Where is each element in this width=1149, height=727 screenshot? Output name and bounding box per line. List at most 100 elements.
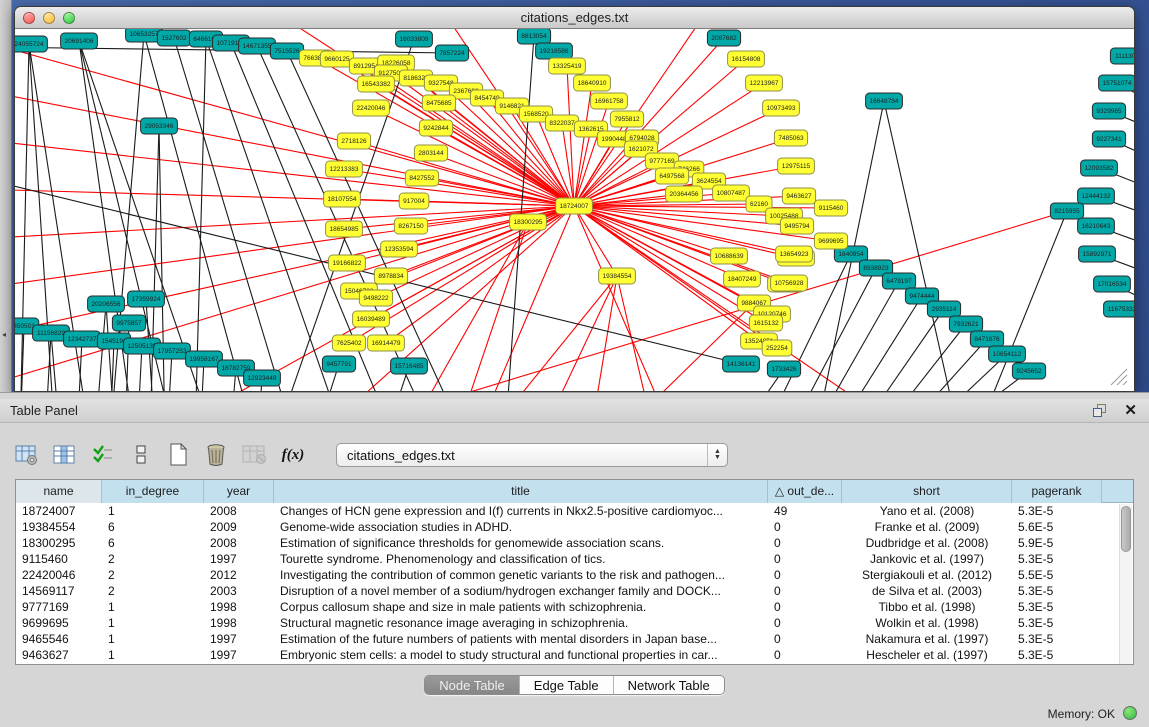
- attribute-table[interactable]: namein_degreeyeartitle△ out_de...shortpa…: [15, 479, 1134, 665]
- network-node-yellow[interactable]: 18300295: [510, 214, 547, 230]
- edge[interactable]: [15, 206, 574, 339]
- show-column-icon[interactable]: [52, 442, 78, 468]
- function-builder-icon[interactable]: f(x): [280, 442, 306, 468]
- network-node-teal[interactable]: 10653257: [126, 29, 163, 42]
- network-node-yellow[interactable]: 19384554: [599, 268, 636, 284]
- network-node-yellow[interactable]: 252254: [762, 340, 792, 356]
- select-columns-icon[interactable]: [90, 442, 116, 468]
- network-view-window[interactable]: citations_edges.txt 24055724206914061065…: [14, 6, 1135, 392]
- edge[interactable]: [195, 39, 206, 391]
- network-node-yellow[interactable]: 10688639: [711, 248, 748, 264]
- network-node-yellow[interactable]: 2803144: [414, 145, 447, 161]
- network-node-teal[interactable]: 1111304: [1110, 48, 1134, 64]
- network-node-teal[interactable]: 8471676: [970, 331, 1003, 347]
- network-node-yellow[interactable]: 917004: [399, 193, 429, 209]
- network-node-yellow[interactable]: 8475685: [422, 95, 455, 111]
- network-node-teal[interactable]: 17016534: [1094, 276, 1131, 292]
- edge[interactable]: [485, 276, 617, 391]
- edge[interactable]: [617, 276, 655, 391]
- column-header-name[interactable]: name: [16, 480, 102, 503]
- network-node-yellow[interactable]: 13325419: [549, 58, 586, 74]
- citation-network-graph[interactable]: 2405572420691406106532571527602646616010…: [15, 29, 1134, 391]
- edge[interactable]: [832, 296, 922, 391]
- network-node-yellow[interactable]: 9699695: [814, 233, 847, 249]
- column-header-out_de[interactable]: △ out_de...: [768, 480, 842, 503]
- network-node-yellow[interactable]: 16914479: [368, 335, 405, 351]
- network-node-teal[interactable]: 15892971: [1079, 246, 1116, 262]
- column-header-title[interactable]: title: [274, 480, 768, 503]
- scrollbar-thumb[interactable]: [1121, 506, 1131, 552]
- network-node-teal[interactable]: 16210643: [1078, 218, 1115, 234]
- collapse-arrow-icon[interactable]: ◂: [2, 330, 6, 339]
- network-node-yellow[interactable]: 9242844: [419, 120, 452, 136]
- network-node-yellow[interactable]: 16154808: [728, 51, 765, 67]
- delete-column-icon[interactable]: [204, 442, 230, 468]
- table-row[interactable]: 2242004622012Investigating the contribut…: [16, 567, 1133, 583]
- column-header-year[interactable]: year: [204, 480, 274, 503]
- network-node-yellow[interactable]: 10973493: [763, 100, 800, 116]
- network-node-teal[interactable]: 8215955: [1050, 203, 1083, 219]
- network-node-teal[interactable]: 2087682: [707, 30, 740, 46]
- edge[interactable]: [574, 83, 592, 206]
- network-node-teal[interactable]: 14136141: [723, 356, 760, 372]
- network-node-teal[interactable]: 16033809: [396, 31, 433, 47]
- new-column-icon[interactable]: [166, 442, 192, 468]
- table-mode-icon[interactable]: [14, 442, 40, 468]
- network-node-teal[interactable]: 1527602: [157, 30, 190, 46]
- vertical-scrollbar[interactable]: [1119, 504, 1132, 664]
- network-node-yellow[interactable]: 9498222: [359, 290, 392, 306]
- network-node-teal[interactable]: 9329965: [1092, 103, 1125, 119]
- network-node-teal[interactable]: 12342737: [64, 331, 101, 347]
- edge[interactable]: [615, 303, 754, 391]
- network-node-yellow[interactable]: 18107554: [324, 191, 361, 207]
- network-node-teal[interactable]: 20691406: [61, 33, 98, 49]
- network-node-yellow[interactable]: 6497568: [655, 168, 688, 184]
- network-node-yellow[interactable]: 9495794: [780, 218, 813, 234]
- network-node-teal[interactable]: 6479197: [882, 273, 915, 289]
- network-node-teal[interactable]: 29053346: [141, 118, 178, 134]
- network-node-yellow[interactable]: 2718126: [337, 133, 370, 149]
- tab-node-table[interactable]: Node Table: [425, 676, 520, 694]
- float-window-icon[interactable]: [1093, 404, 1109, 418]
- left-panel-collapse-strip[interactable]: ◂: [0, 0, 12, 400]
- network-node-yellow[interactable]: 22420046: [353, 100, 390, 116]
- network-node-teal[interactable]: 9975857: [112, 315, 145, 331]
- edge[interactable]: [540, 276, 617, 391]
- network-canvas[interactable]: 2405572420691406106532571527602646616010…: [15, 29, 1134, 391]
- network-node-teal[interactable]: 12923448: [244, 370, 281, 386]
- table-row[interactable]: 911546021997Tourette syndrome. Phenomeno…: [16, 551, 1133, 567]
- network-node-yellow[interactable]: 8978834: [374, 268, 407, 284]
- network-node-yellow[interactable]: 7955812: [610, 111, 643, 127]
- edge[interactable]: [20, 44, 29, 391]
- network-node-teal[interactable]: 15716485: [391, 358, 428, 374]
- network-node-teal[interactable]: 7932621: [949, 316, 982, 332]
- network-node-teal[interactable]: 11675332: [1104, 301, 1134, 317]
- tab-edge-table[interactable]: Edge Table: [520, 676, 614, 694]
- network-node-teal[interactable]: 12444132: [1078, 188, 1115, 204]
- network-node-yellow[interactable]: 1615132: [749, 315, 782, 331]
- table-row[interactable]: 1456911722003Disruption of a novel membe…: [16, 583, 1133, 599]
- network-node-yellow[interactable]: 8322037: [545, 115, 578, 131]
- window-resize-grip[interactable]: [1123, 381, 1127, 385]
- column-header-in_degree[interactable]: in_degree: [102, 480, 204, 503]
- network-node-yellow[interactable]: 20364456: [666, 186, 703, 202]
- edge[interactable]: [15, 89, 574, 206]
- edge[interactable]: [854, 309, 944, 391]
- edge[interactable]: [809, 281, 899, 391]
- table-row[interactable]: 1830029562008Estimation of significance …: [16, 535, 1133, 551]
- network-node-yellow[interactable]: 18407249: [724, 271, 761, 287]
- network-node-yellow[interactable]: 9463627: [782, 188, 815, 204]
- network-node-yellow[interactable]: 9115460: [814, 200, 847, 216]
- table-body[interactable]: 1872400712008Changes of HCN gene express…: [16, 503, 1133, 663]
- column-header-short[interactable]: short: [842, 480, 1012, 503]
- network-node-yellow[interactable]: 9777169: [645, 153, 678, 169]
- row-height-icon[interactable]: [128, 442, 154, 468]
- network-node-yellow[interactable]: 16543382: [358, 76, 395, 92]
- network-node-teal[interactable]: 2935114: [927, 301, 960, 317]
- network-node-yellow[interactable]: 12213967: [746, 75, 783, 91]
- network-node-teal[interactable]: 16648784: [866, 93, 903, 109]
- network-node-teal[interactable]: 7515526: [270, 43, 303, 59]
- network-node-yellow[interactable]: 10807487: [713, 185, 750, 201]
- network-node-yellow[interactable]: 18654985: [326, 221, 363, 237]
- network-node-teal[interactable]: 9227341: [1092, 131, 1125, 147]
